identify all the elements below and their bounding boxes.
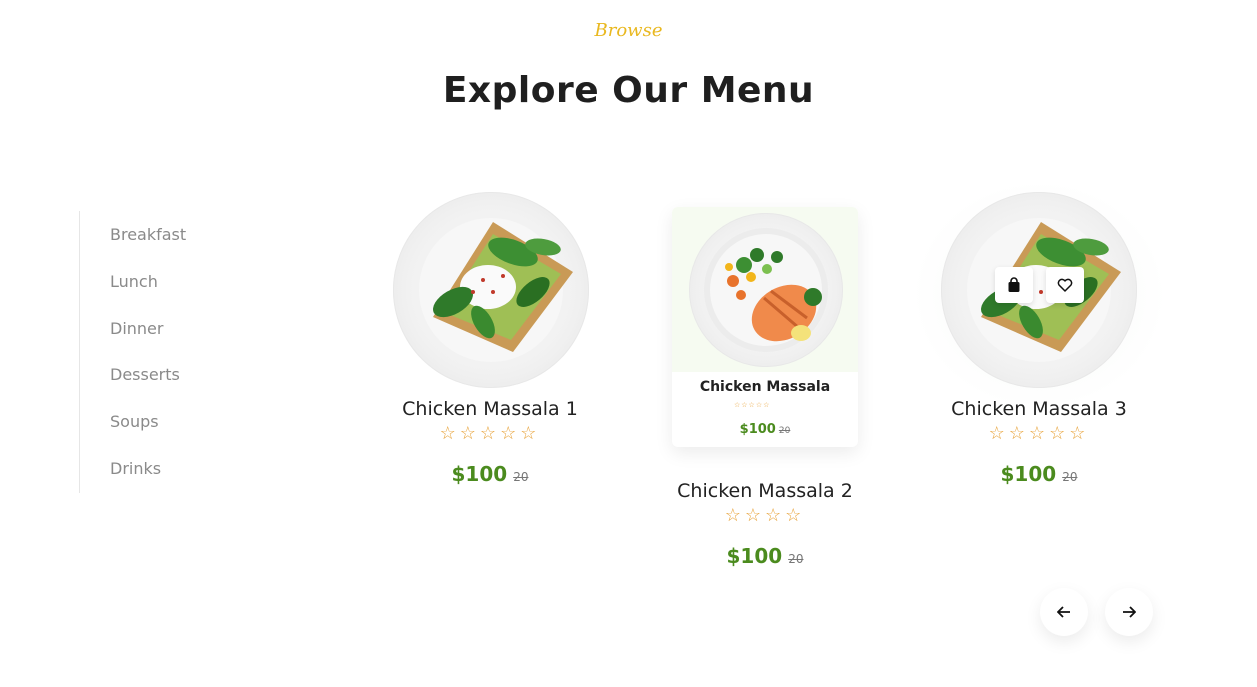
arrow-left-icon [1057,606,1070,618]
menu-card-2[interactable]: Chicken Massala 2 ☆☆☆☆ $100 20 [645,470,885,580]
card-price: $100 20 [919,462,1159,486]
current-price: $100 [451,462,508,486]
menu-card-3[interactable]: Chicken Massala 3 ☆☆☆☆☆ $100 20 [919,190,1159,490]
page-title: Explore Our Menu [442,70,815,111]
card-title[interactable]: Chicken Massala 3 [919,398,1159,420]
food-image-salmon [689,213,843,367]
current-price: $100 [726,544,783,568]
heart-icon [1057,278,1073,292]
prev-slide-button[interactable] [1040,588,1088,636]
card-title[interactable]: Chicken Massala 2 [645,480,885,502]
rating-stars: ☆☆☆☆☆ [439,423,541,443]
preview-rating-stars: ☆☆☆☆☆ [734,402,771,409]
browse-eyebrow: Browse [594,20,663,41]
add-to-wishlist-button[interactable] [1046,267,1084,303]
current-price: $100 [1000,462,1057,486]
preview-old-price: 20 [778,426,791,436]
card-price: $100 20 [645,544,885,568]
menu-card-2-hover-preview[interactable]: Chicken Massala ☆☆☆☆☆ $100 20 [672,207,858,447]
sidebar-item-dinner[interactable]: Dinner [110,319,163,338]
sidebar-item-soups[interactable]: Soups [110,412,159,431]
preview-image-area [672,207,858,372]
menu-card-1[interactable]: Chicken Massala 1 ☆☆☆☆☆ $100 20 [370,190,610,490]
shopping-bag-icon [1008,277,1020,292]
rating-stars: ☆☆☆☆ [724,505,806,525]
card-title[interactable]: Chicken Massala 1 [370,398,610,420]
food-image-avocado-toast [941,192,1137,388]
category-sidebar: Breakfast Lunch Dinner Desserts Soups Dr… [79,211,300,493]
old-price: 20 [1062,470,1078,484]
arrow-right-icon [1123,606,1136,618]
card-price: $100 20 [370,462,610,486]
sidebar-item-lunch[interactable]: Lunch [110,272,158,291]
rating-stars: ☆☆☆☆☆ [988,423,1090,443]
food-image-avocado-toast [393,192,589,388]
next-slide-button[interactable] [1105,588,1153,636]
preview-current-price: $100 [739,422,776,437]
preview-title: Chicken Massala [699,379,831,395]
sidebar-item-desserts[interactable]: Desserts [110,365,180,384]
old-price: 20 [788,552,804,566]
old-price: 20 [513,470,529,484]
sidebar-item-breakfast[interactable]: Breakfast [110,225,186,244]
add-to-cart-button[interactable] [995,267,1033,303]
preview-price: $100 20 [672,418,858,437]
sidebar-item-drinks[interactable]: Drinks [110,459,161,478]
